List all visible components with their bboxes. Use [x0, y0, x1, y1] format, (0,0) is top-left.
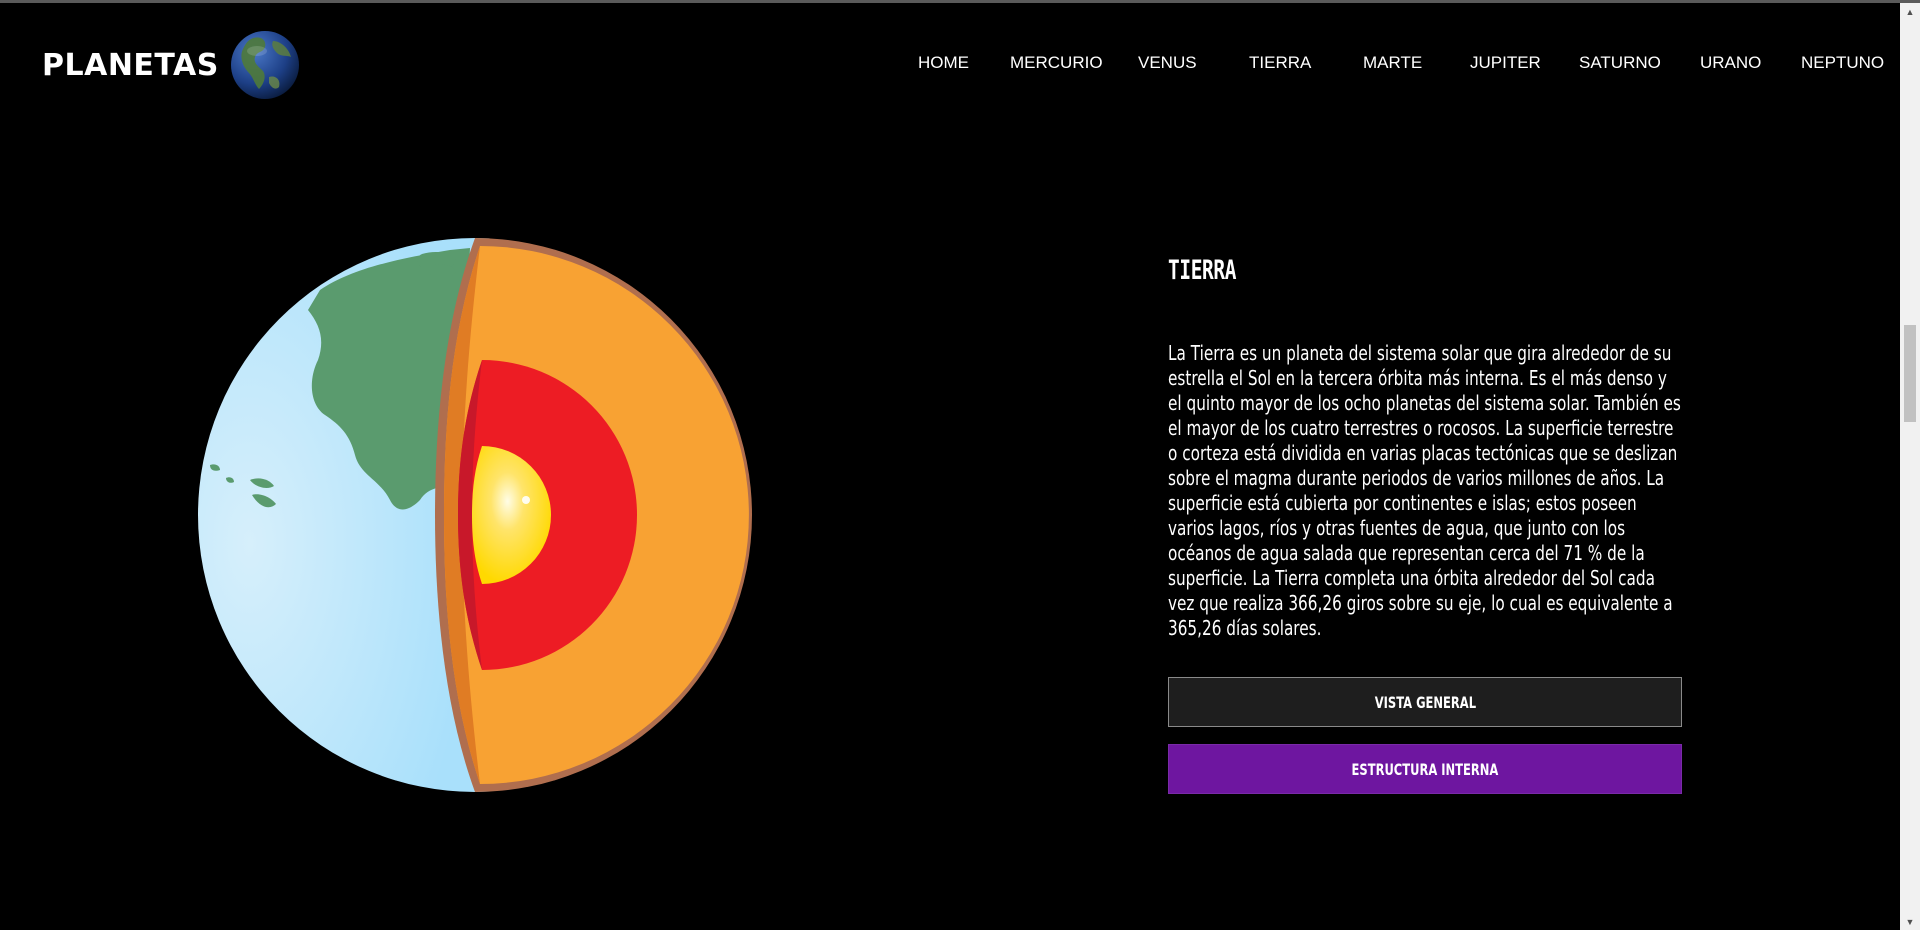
description-line: varios lagos, ríos y otras fuentes de ag… — [1168, 516, 1626, 540]
description-line: vez que realiza 366,26 giros sobre su ej… — [1168, 591, 1673, 615]
nav-tierra[interactable]: TIERRA — [1249, 53, 1311, 73]
scroll-down-arrow-icon[interactable]: ▼ — [1900, 913, 1920, 930]
estructura-interna-label: ESTRUCTURA INTERNA — [1351, 759, 1499, 779]
planet-description: La Tierra es un planeta del sistema sola… — [1168, 341, 1682, 641]
description-line: superficie está cubierta por continentes… — [1168, 491, 1637, 515]
nav-venus[interactable]: VENUS — [1138, 53, 1197, 73]
estructura-interna-button[interactable]: ESTRUCTURA INTERNA — [1168, 744, 1682, 794]
description-line: océanos de agua salada que representan c… — [1168, 541, 1645, 565]
planet-info: TIERRA La Tierra es un planeta del siste… — [1168, 255, 1682, 640]
description-line: o corteza está dividida en varias placas… — [1168, 441, 1678, 465]
earth-internal-structure-image — [198, 238, 752, 792]
vista-general-label: VISTA GENERAL — [1374, 692, 1476, 712]
nav-urano[interactable]: URANO — [1700, 53, 1761, 73]
description-line: superficie. La Tierra completa una órbit… — [1168, 566, 1655, 590]
nav-mercurio[interactable]: MERCURIO — [1010, 53, 1103, 73]
description-line: 365,26 días solares. — [1168, 616, 1322, 640]
vista-general-button[interactable]: VISTA GENERAL — [1168, 677, 1682, 727]
main-nav: HOME MERCURIO VENUS TIERRA MARTE JUPITER… — [900, 53, 1890, 79]
earth-layers — [435, 238, 752, 792]
description-line: sobre el magma durante periodos de vario… — [1168, 466, 1665, 490]
description-line: el quinto mayor de los ocho planetas del… — [1168, 391, 1681, 415]
brand[interactable]: PLANETAS — [42, 25, 301, 105]
nav-jupiter[interactable]: JUPITER — [1470, 53, 1541, 73]
description-line: el mayor de los cuatro terrestres o roco… — [1168, 416, 1674, 440]
vertical-scrollbar[interactable]: ▲ ▼ — [1900, 3, 1920, 930]
site-header: PLANETAS HOME MERCURIO VENUS TIERRA MART… — [0, 3, 1900, 123]
nav-home[interactable]: HOME — [918, 53, 969, 73]
scroll-thumb[interactable] — [1904, 325, 1916, 422]
planet-title: TIERRA — [1168, 255, 1237, 286]
earth-globe-icon — [230, 31, 299, 99]
brand-title: PLANETAS — [42, 47, 219, 83]
nav-marte[interactable]: MARTE — [1363, 53, 1422, 73]
description-line: La Tierra es un planeta del sistema sola… — [1168, 341, 1672, 365]
nav-neptuno[interactable]: NEPTUNO — [1801, 53, 1884, 73]
description-line: estrella el Sol en la tercera órbita más… — [1168, 366, 1667, 390]
nav-saturno[interactable]: SATURNO — [1579, 53, 1661, 73]
scroll-up-arrow-icon[interactable]: ▲ — [1900, 3, 1920, 20]
